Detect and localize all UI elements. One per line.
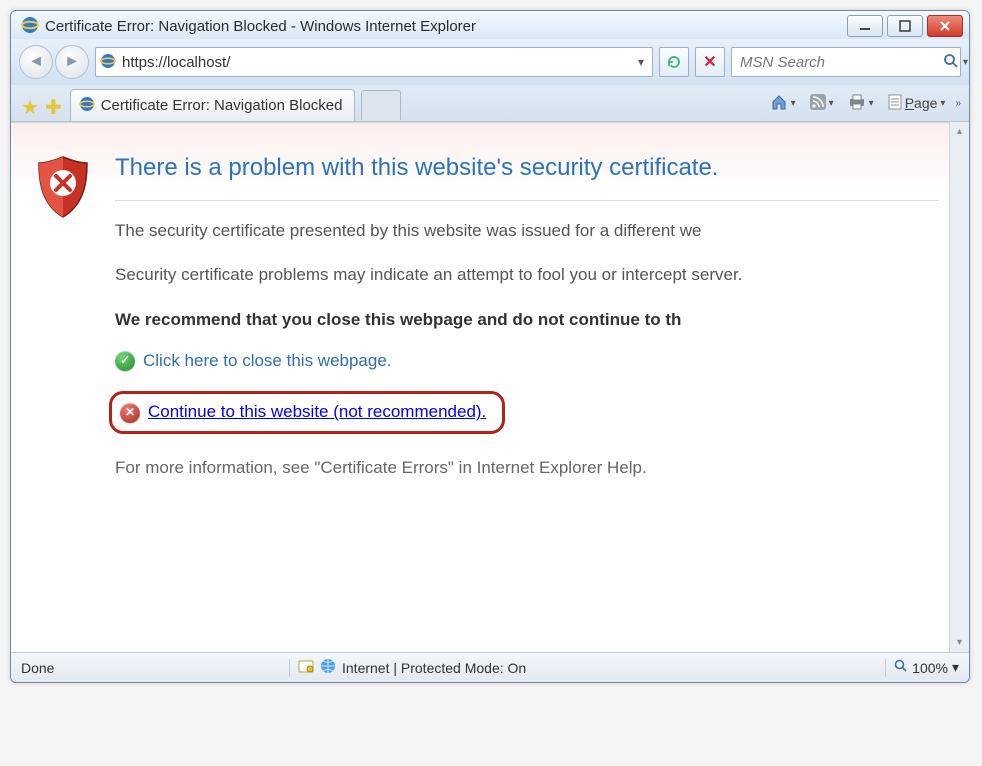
page-icon	[888, 94, 902, 113]
new-tab-button[interactable]	[361, 90, 401, 120]
search-dropdown-icon[interactable]: ▾	[959, 57, 968, 68]
browser-window: Certificate Error: Navigation Blocked - …	[10, 10, 970, 683]
search-icon[interactable]	[943, 53, 959, 72]
page-content: There is a problem with this website's s…	[11, 122, 949, 652]
globe-icon	[320, 658, 336, 677]
zoom-icon	[894, 659, 908, 676]
error-paragraph-1: The security certificate presented by th…	[115, 219, 939, 244]
viewport: There is a problem with this website's s…	[11, 122, 969, 652]
scroll-down-icon[interactable]: ▾	[957, 637, 962, 648]
more-information-text: For more information, see "Certificate E…	[115, 456, 939, 481]
separator	[289, 659, 290, 677]
separator	[885, 659, 886, 677]
tab-title: Certificate Error: Navigation Blocked	[101, 97, 343, 114]
security-zone-text: Internet | Protected Mode: On	[342, 660, 526, 676]
printer-icon	[848, 94, 866, 113]
zoom-dropdown-icon[interactable]: ▾	[952, 659, 959, 676]
continue-website-link[interactable]: Continue to this website (not recommende…	[148, 400, 486, 425]
print-button[interactable]: ▾	[844, 91, 878, 116]
ie-logo-icon	[21, 16, 39, 37]
close-button[interactable]	[927, 15, 963, 37]
protected-mode-shield-icon	[298, 658, 314, 677]
toolbar-overflow-icon[interactable]: »	[955, 98, 961, 109]
navigation-bar: ◄ ► ▾ ✕ ▾	[11, 39, 969, 85]
command-bar: ▾ ▾ ▾ Page ▾ »	[766, 90, 961, 121]
url-input[interactable]	[120, 53, 630, 72]
forward-button[interactable]: ►	[55, 45, 89, 79]
add-favorite-icon[interactable]: ✚	[45, 95, 62, 120]
error-paragraph-2: Security certificate problems may indica…	[115, 263, 939, 288]
error-heading: There is a problem with this website's s…	[115, 151, 939, 186]
rss-icon	[810, 94, 826, 113]
address-dropdown-icon[interactable]: ▾	[634, 55, 648, 69]
minimize-button[interactable]	[847, 15, 883, 37]
maximize-button[interactable]	[887, 15, 923, 37]
zoom-level: 100%	[912, 660, 948, 676]
status-bar: Done Internet | Protected Mode: On 100% …	[11, 652, 969, 682]
page-menu-label: Page	[905, 95, 938, 111]
divider	[115, 200, 939, 201]
scroll-up-icon[interactable]: ▴	[957, 126, 962, 137]
close-webpage-row: ✓ Click here to close this webpage.	[115, 349, 939, 374]
feeds-button[interactable]: ▾	[806, 91, 838, 116]
ie-favicon-icon	[79, 96, 95, 116]
shield-error-icon	[35, 206, 91, 222]
status-text: Done	[21, 660, 281, 676]
error-x-icon: ✕	[120, 403, 140, 423]
home-button[interactable]: ▾	[766, 90, 800, 117]
continue-highlight-box: ✕ Continue to this website (not recommen…	[109, 391, 505, 434]
window-title: Certificate Error: Navigation Blocked - …	[45, 18, 847, 35]
address-bar[interactable]: ▾	[95, 47, 653, 77]
recommendation-text: We recommend that you close this webpage…	[115, 308, 939, 333]
refresh-button[interactable]	[659, 47, 689, 77]
vertical-scrollbar[interactable]: ▴ ▾	[949, 122, 969, 652]
tab-bar: ★ ✚ Certificate Error: Navigation Blocke…	[11, 85, 969, 122]
home-icon	[770, 93, 788, 114]
title-bar: Certificate Error: Navigation Blocked - …	[11, 11, 969, 39]
search-input[interactable]	[738, 53, 943, 72]
search-box[interactable]: ▾	[731, 47, 961, 77]
favorites-star-icon[interactable]: ★	[21, 95, 39, 120]
window-controls	[847, 15, 963, 37]
active-tab[interactable]: Certificate Error: Navigation Blocked	[70, 89, 356, 121]
page-menu-button[interactable]: Page ▾	[884, 91, 950, 116]
checkmark-icon: ✓	[115, 351, 135, 371]
ie-favicon-icon	[100, 53, 116, 72]
close-webpage-link[interactable]: Click here to close this webpage.	[143, 349, 392, 374]
stop-button[interactable]: ✕	[695, 47, 725, 77]
back-button[interactable]: ◄	[19, 45, 53, 79]
zoom-control[interactable]: 100% ▾	[894, 659, 959, 676]
security-zone[interactable]: Internet | Protected Mode: On	[298, 658, 877, 677]
